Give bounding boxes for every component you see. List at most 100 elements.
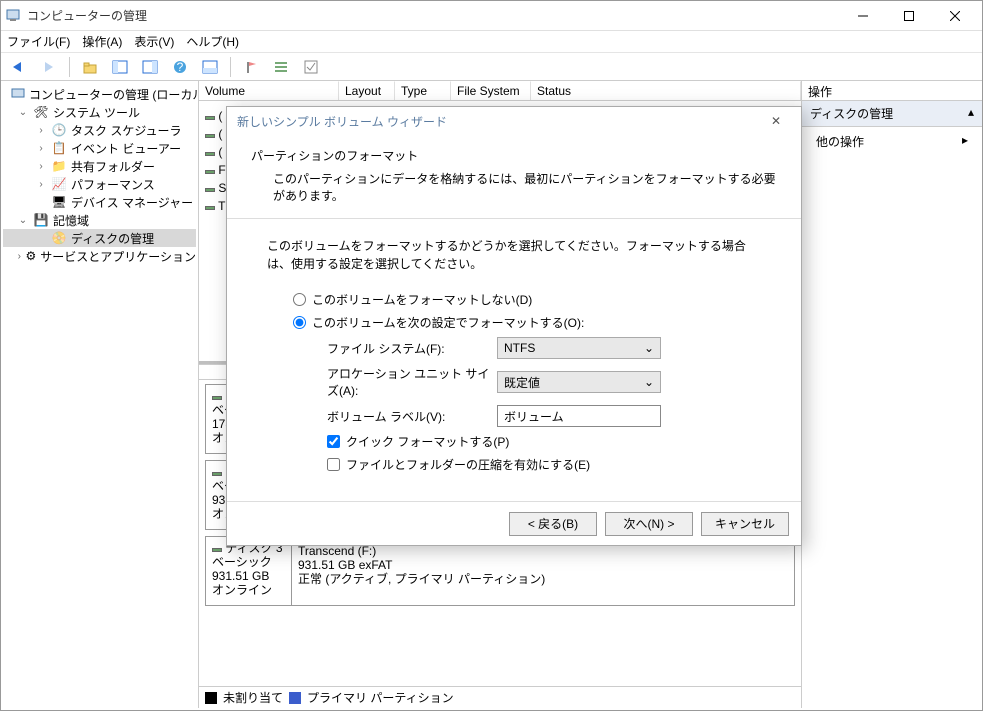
- new-volume-wizard-dialog: 新しいシンプル ボリューム ウィザード ✕ パーティションのフォーマット このパ…: [226, 106, 802, 546]
- disk-partition-primary[interactable]: Transcend (F:) 931.51 GB exFAT 正常 (アクティブ…: [292, 537, 794, 605]
- volume-list-header: Volume Layout Type File System Status: [199, 81, 801, 101]
- folder-icon: 📁: [51, 158, 67, 174]
- window-title: コンピューターの管理: [27, 7, 840, 24]
- menu-view[interactable]: 表示(V): [134, 33, 174, 50]
- check-icon[interactable]: [299, 55, 323, 79]
- minimize-button[interactable]: [840, 1, 886, 31]
- wizard-titlebar: 新しいシンプル ボリューム ウィザード ✕: [227, 107, 801, 135]
- col-status[interactable]: Status: [531, 81, 801, 100]
- volume-label-input[interactable]: [497, 405, 661, 427]
- tree-services[interactable]: › ⚙ サービスとアプリケーション: [3, 247, 196, 265]
- chevron-right-icon: ▸: [962, 133, 968, 150]
- radio-format-row[interactable]: このボリュームを次の設定でフォーマットする(O):: [293, 314, 761, 331]
- actions-header: 操作: [802, 81, 982, 101]
- quick-format-row[interactable]: クイック フォーマットする(P): [327, 433, 761, 450]
- services-icon: ⚙: [25, 248, 36, 264]
- filesystem-select[interactable]: NTFS ⌄: [497, 337, 661, 359]
- expand-icon[interactable]: ›: [35, 125, 47, 136]
- tree-storage[interactable]: ⌄ 💾 記憶域: [3, 211, 196, 229]
- flag-icon[interactable]: [239, 55, 263, 79]
- wizard-subheading: このパーティションにデータを格納するには、最初にパーティションをフォーマットする…: [251, 170, 777, 204]
- list-item[interactable]: F: [205, 163, 226, 177]
- volume-label-row: ボリューム ラベル(V):: [327, 405, 761, 427]
- allocation-row: アロケーション ユニット サイズ(A): 既定値 ⌄: [327, 365, 761, 399]
- legend-swatch-unalloc: [205, 692, 217, 704]
- maximize-button[interactable]: [886, 1, 932, 31]
- menu-action[interactable]: 操作(A): [82, 33, 122, 50]
- expand-icon[interactable]: ›: [17, 251, 21, 262]
- tree-task[interactable]: › 🕒 タスク スケジューラ: [3, 121, 196, 139]
- col-type[interactable]: Type: [395, 81, 451, 100]
- wizard-close-button[interactable]: ✕: [761, 114, 791, 128]
- quick-format-label: クイック フォーマットする(P): [346, 433, 509, 450]
- radio-no-format[interactable]: [293, 293, 306, 306]
- actions-section[interactable]: ディスクの管理 ▴: [802, 101, 982, 127]
- perf-icon: 📈: [51, 176, 67, 192]
- allocation-select[interactable]: 既定値 ⌄: [497, 371, 661, 393]
- panel3-icon[interactable]: [198, 55, 222, 79]
- list-item[interactable]: (: [205, 127, 222, 141]
- computer-icon: [11, 86, 25, 102]
- panel1-icon[interactable]: [108, 55, 132, 79]
- wizard-title-text: 新しいシンプル ボリューム ウィザード: [237, 113, 447, 130]
- svg-text:?: ?: [177, 60, 184, 74]
- event-icon: 📋: [51, 140, 67, 156]
- tree-systools[interactable]: ⌄ 🛠 システム ツール: [3, 103, 196, 121]
- tree-root[interactable]: コンピューターの管理 (ローカル): [3, 85, 196, 103]
- collapse-up-icon: ▴: [968, 105, 974, 122]
- menu-help[interactable]: ヘルプ(H): [186, 33, 239, 50]
- back-button[interactable]: < 戻る(B): [509, 512, 597, 536]
- wizard-button-row: < 戻る(B) 次へ(N) > キャンセル: [227, 501, 801, 545]
- back-button[interactable]: [7, 55, 31, 79]
- collapse-icon[interactable]: ⌄: [17, 107, 29, 118]
- disk-row[interactable]: ディスク 3 ベーシック 931.51 GB オンライン Transcend (…: [205, 536, 795, 606]
- tree-shared[interactable]: › 📁 共有フォルダー: [3, 157, 196, 175]
- close-button[interactable]: [932, 1, 978, 31]
- expand-icon[interactable]: ›: [35, 143, 47, 154]
- radio-format[interactable]: [293, 316, 306, 329]
- expand-icon[interactable]: ›: [35, 179, 47, 190]
- compress-row[interactable]: ファイルとフォルダーの圧縮を有効にする(E): [327, 456, 761, 473]
- expand-icon[interactable]: ›: [35, 161, 47, 172]
- tree-diskmgmt[interactable]: 📀 ディスクの管理: [3, 229, 196, 247]
- forward-button[interactable]: [37, 55, 61, 79]
- chevron-down-icon: ⌄: [644, 341, 654, 355]
- quick-format-checkbox[interactable]: [327, 435, 340, 448]
- legend-swatch-primary: [289, 692, 301, 704]
- collapse-icon[interactable]: ⌄: [17, 215, 29, 226]
- list-icon[interactable]: [269, 55, 293, 79]
- compress-checkbox[interactable]: [327, 458, 340, 471]
- tree-perf[interactable]: › 📈 パフォーマンス: [3, 175, 196, 193]
- radio-no-format-label: このボリュームをフォーマットしない(D): [312, 291, 532, 308]
- list-item[interactable]: S: [205, 181, 226, 195]
- chevron-down-icon: ⌄: [644, 375, 654, 389]
- next-button[interactable]: 次へ(N) >: [605, 512, 693, 536]
- disk-icon: 📀: [51, 230, 67, 246]
- navigation-tree: コンピューターの管理 (ローカル) ⌄ 🛠 システム ツール › 🕒 タスク ス…: [1, 81, 199, 708]
- actions-more[interactable]: 他の操作 ▸: [802, 127, 982, 156]
- toolbar: ?: [1, 53, 982, 81]
- help-icon[interactable]: ?: [168, 55, 192, 79]
- wizard-heading: パーティションのフォーマット: [251, 147, 777, 164]
- menu-file[interactable]: ファイル(F): [7, 33, 70, 50]
- panel2-icon[interactable]: [138, 55, 162, 79]
- list-item[interactable]: (: [205, 109, 222, 123]
- col-volume[interactable]: Volume: [199, 81, 339, 100]
- actions-pane: 操作 ディスクの管理 ▴ 他の操作 ▸: [802, 81, 982, 708]
- col-fs[interactable]: File System: [451, 81, 531, 100]
- radio-format-label: このボリュームを次の設定でフォーマットする(O):: [312, 314, 584, 331]
- list-item[interactable]: (: [205, 145, 222, 159]
- up-button[interactable]: [78, 55, 102, 79]
- volume-label-label: ボリューム ラベル(V):: [327, 408, 497, 425]
- app-icon: [5, 8, 21, 24]
- wizard-header: パーティションのフォーマット このパーティションにデータを格納するには、最初にパ…: [227, 135, 801, 219]
- list-item[interactable]: T: [205, 199, 225, 213]
- cancel-button[interactable]: キャンセル: [701, 512, 789, 536]
- tree-event[interactable]: › 📋 イベント ビューアー: [3, 139, 196, 157]
- filesystem-row: ファイル システム(F): NTFS ⌄: [327, 337, 761, 359]
- tree-devmgr[interactable]: 🖥 デバイス マネージャー: [3, 193, 196, 211]
- wizard-instruction: このボリュームをフォーマットするかどうかを選択してください。フォーマットする場合…: [267, 237, 761, 273]
- col-layout[interactable]: Layout: [339, 81, 395, 100]
- menubar: ファイル(F) 操作(A) 表示(V) ヘルプ(H): [1, 31, 982, 53]
- radio-no-format-row[interactable]: このボリュームをフォーマットしない(D): [293, 291, 761, 308]
